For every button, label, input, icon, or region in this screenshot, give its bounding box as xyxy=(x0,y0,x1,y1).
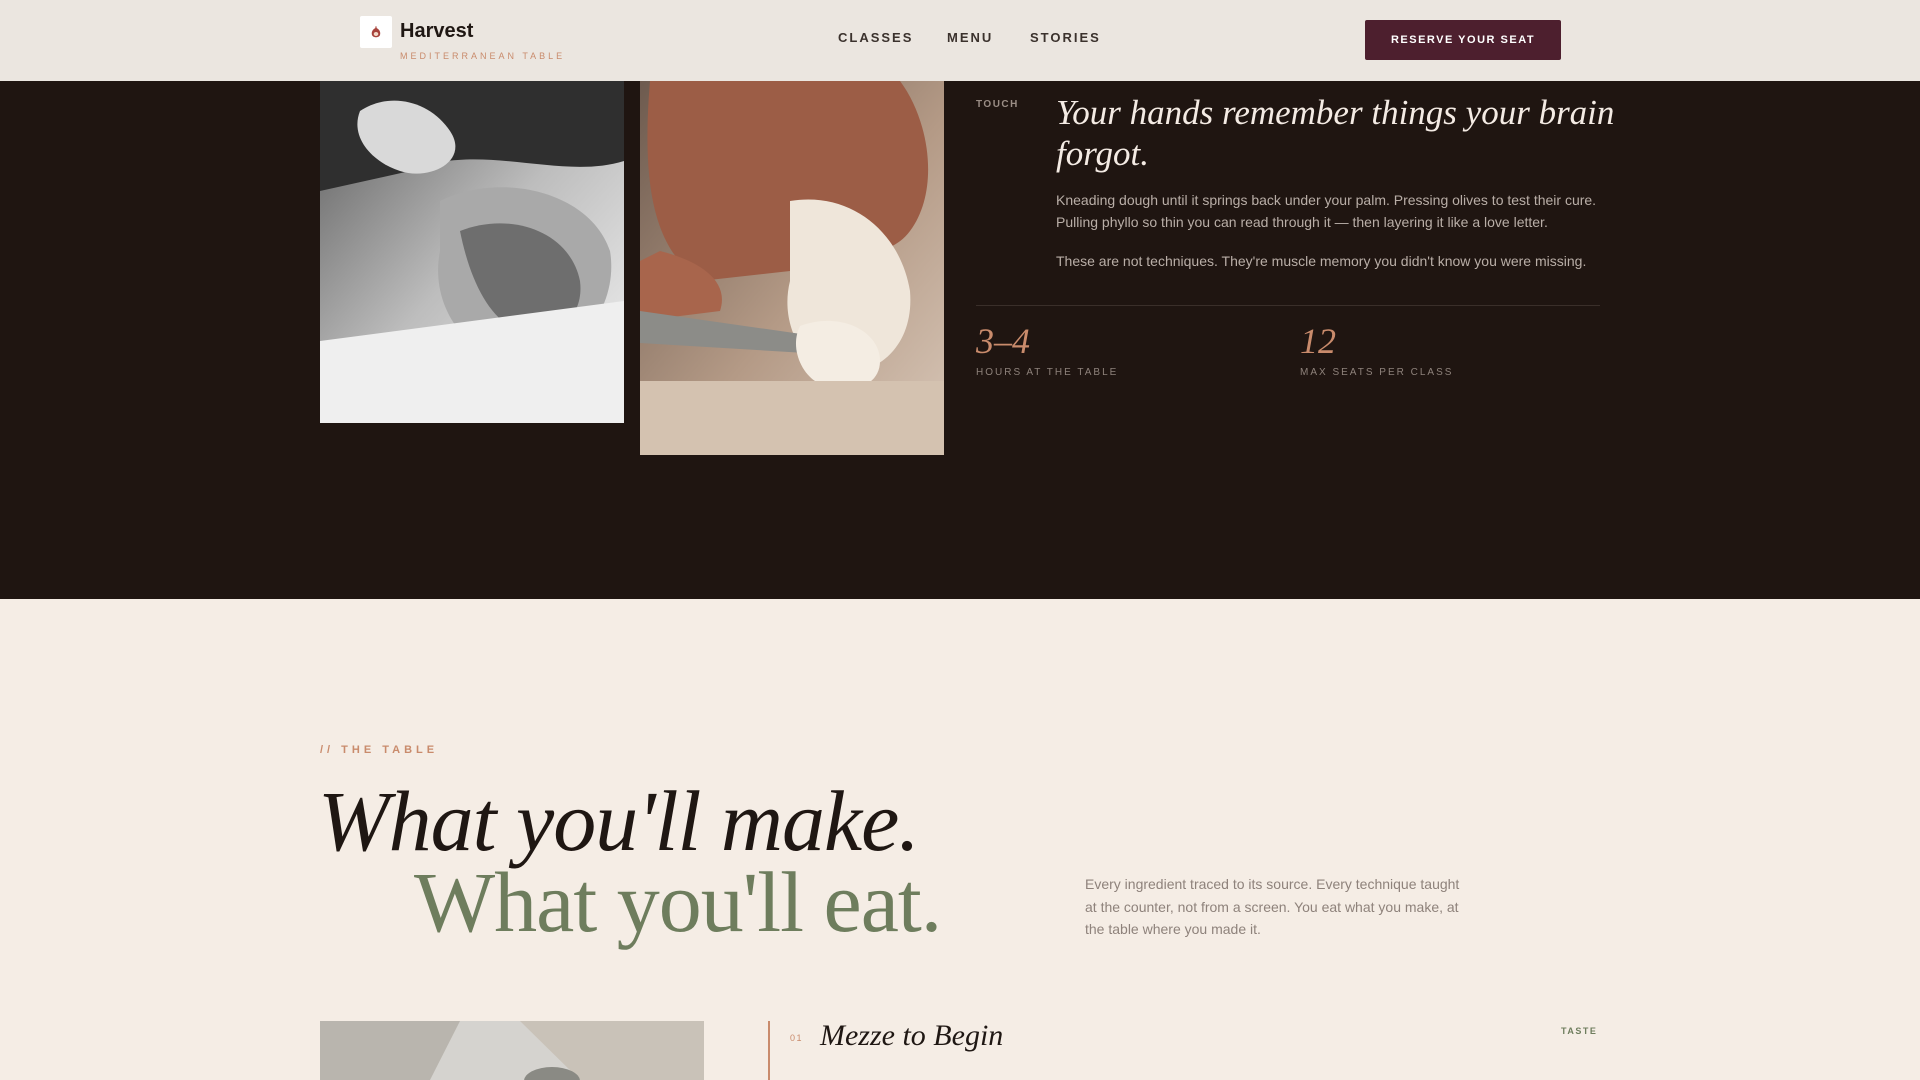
touch-paragraph-1: Kneading dough until it springs back und… xyxy=(1056,192,1597,230)
table-description: Every ingredient traced to its source. E… xyxy=(1085,876,1460,937)
touch-section xyxy=(0,81,1920,599)
touch-heading: Your hands remember things your brain fo… xyxy=(1056,93,1615,173)
kneading-dough-photo xyxy=(320,81,624,423)
brand-tagline: MEDITERRANEAN TABLE xyxy=(400,51,566,61)
touch-divider xyxy=(976,305,1600,306)
course-tag: TASTE xyxy=(1561,1026,1598,1036)
cutting-dough-photo xyxy=(640,81,944,455)
touch-eyebrow: TOUCH xyxy=(976,99,1019,110)
stat-hours-label: HOURS AT THE TABLE xyxy=(976,367,1119,378)
nav-classes[interactable]: CLASSES xyxy=(838,30,913,45)
mezze-photo xyxy=(320,1021,704,1080)
reserve-seat-button[interactable]: RESERVE YOUR SEAT xyxy=(1365,20,1561,60)
nav-stories[interactable]: STORIES xyxy=(1030,30,1101,45)
course-title: Mezze to Begin xyxy=(820,1019,1004,1052)
fig-logo-icon[interactable] xyxy=(360,16,392,48)
stat-hours-value: 3–4 xyxy=(976,321,1030,361)
stat-seats-value: 12 xyxy=(1300,321,1336,361)
table-eyebrow: // THE TABLE xyxy=(320,744,439,756)
touch-paragraph-2: These are not techniques. They're muscle… xyxy=(1056,253,1587,269)
course-accent-rule xyxy=(768,1021,770,1080)
site-header: Harvest MEDITERRANEAN TABLE CLASSES MENU… xyxy=(0,0,1920,81)
nav-menu[interactable]: MENU xyxy=(947,30,993,45)
heading-what-you-eat: What you'll eat. xyxy=(414,854,942,950)
brand-name[interactable]: Harvest xyxy=(400,20,473,43)
stat-seats-label: MAX SEATS PER CLASS xyxy=(1300,367,1454,378)
course-number: 01 xyxy=(790,1033,804,1043)
